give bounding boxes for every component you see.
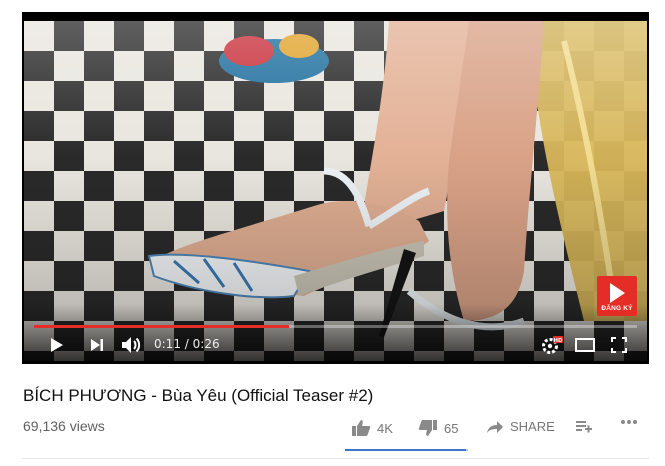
duration: 0:26 <box>192 337 220 351</box>
video-title: BÍCH PHƯƠNG - Bùa Yêu (Official Teaser #… <box>23 386 374 405</box>
progress-bar-played <box>34 325 290 328</box>
current-time: 0:11 <box>154 337 181 351</box>
divider <box>22 458 649 459</box>
share-label: SHARE <box>510 419 555 434</box>
play-icon <box>51 338 63 352</box>
settings-button[interactable]: HD <box>540 334 564 356</box>
view-count: 69,136 views <box>23 418 105 434</box>
play-logo-icon <box>609 283 625 303</box>
volume-button[interactable] <box>120 334 142 356</box>
like-ratio-fill <box>345 449 467 451</box>
next-button[interactable] <box>86 334 108 356</box>
like-dislike-ratio-bar <box>345 449 468 451</box>
thumbs-up-icon <box>352 420 371 436</box>
settings-icon: HD <box>542 336 563 354</box>
fullscreen-button[interactable] <box>608 334 630 356</box>
subscribe-label: ĐĂNG KÝ <box>601 305 633 312</box>
more-icon <box>621 420 637 424</box>
time-separator: / <box>184 337 189 351</box>
share-icon <box>487 420 503 433</box>
thumbs-down-icon <box>418 420 437 436</box>
volume-icon <box>122 337 141 353</box>
time-display: 0:11 / 0:26 <box>154 337 220 351</box>
more-actions-button[interactable] <box>620 419 638 425</box>
play-button[interactable] <box>46 334 68 356</box>
svg-text:HD: HD <box>553 338 563 344</box>
next-icon <box>91 339 103 351</box>
like-count: 4K <box>377 420 393 436</box>
dislike-button[interactable]: 65 <box>418 419 458 437</box>
share-button[interactable]: SHARE <box>486 419 555 434</box>
video-player[interactable]: ĐĂNG KÝ 0:11 / 0:26 HD <box>22 12 649 364</box>
like-button[interactable]: 4K <box>351 419 393 437</box>
fullscreen-icon <box>611 337 627 353</box>
add-to-playlist-button[interactable] <box>575 419 593 433</box>
subscribe-watermark-button[interactable]: ĐĂNG KÝ <box>597 276 637 316</box>
add-to-playlist-icon <box>576 421 592 433</box>
progress-bar[interactable] <box>34 325 637 328</box>
miniplayer-icon <box>575 338 595 352</box>
miniplayer-button[interactable] <box>573 334 597 356</box>
dislike-count: 65 <box>444 420 459 436</box>
